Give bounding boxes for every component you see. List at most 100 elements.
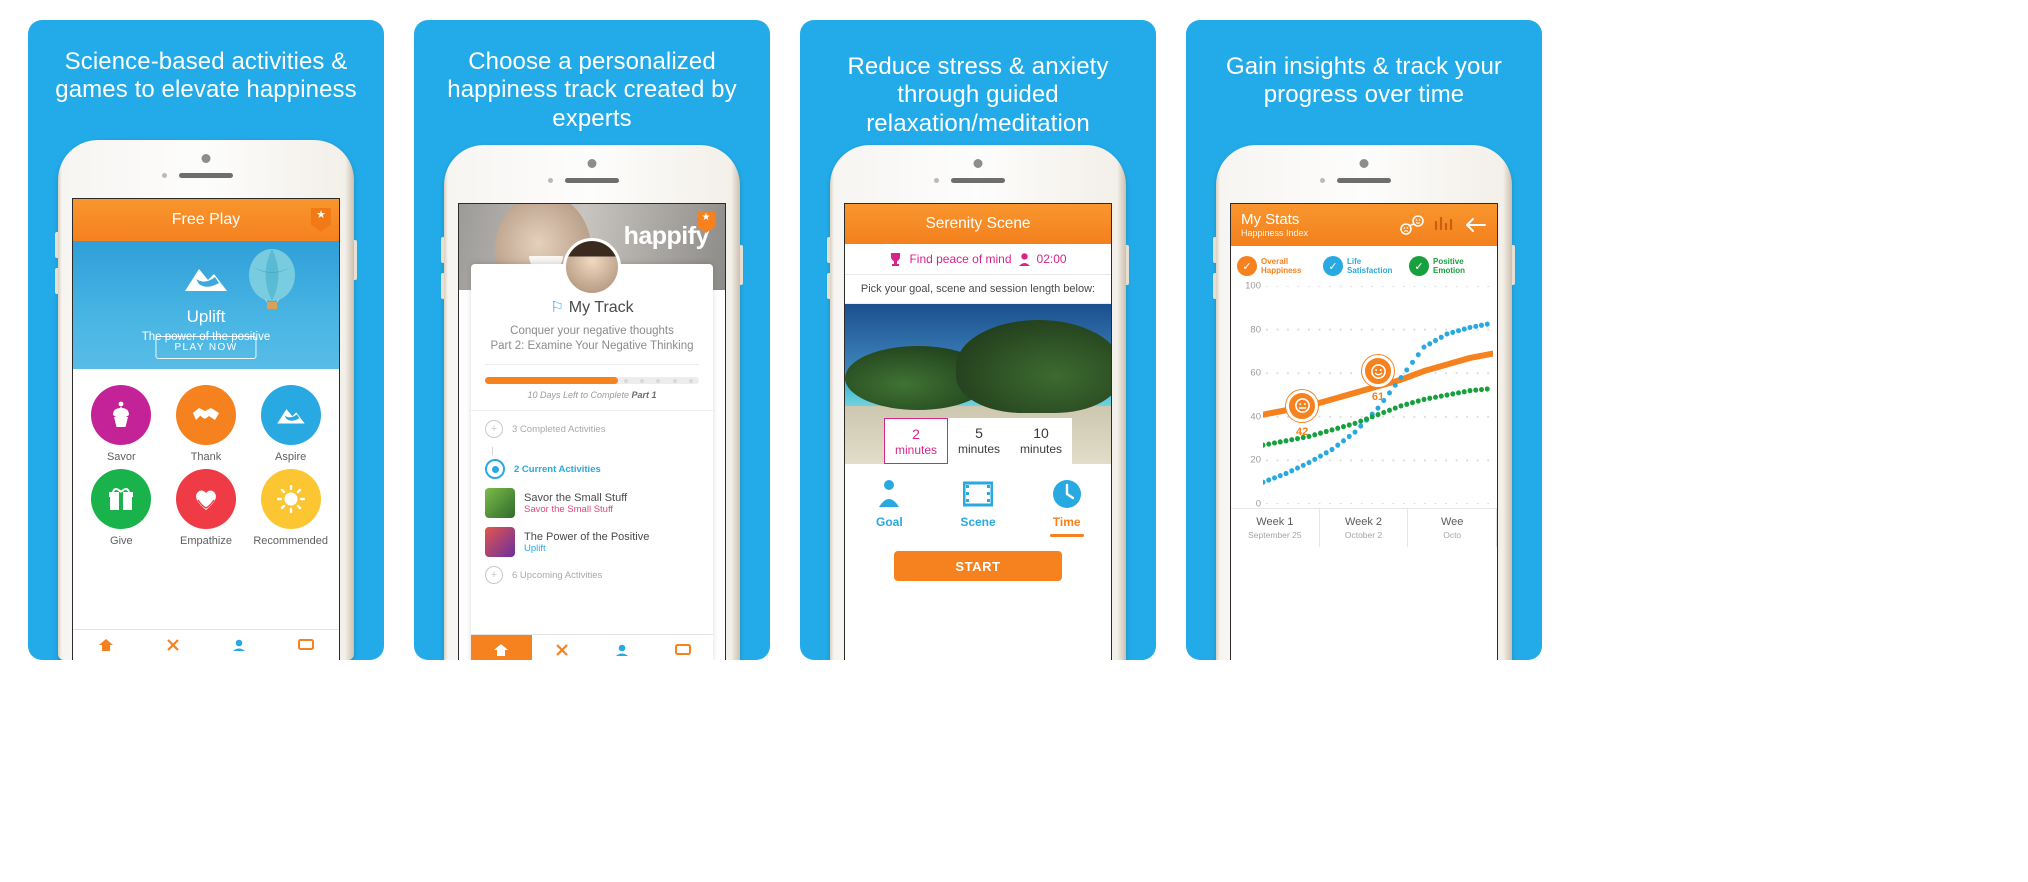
duration-number: 5 [975, 425, 983, 441]
activity-list: + 3 Completed Activities 2 Current Activ… [471, 410, 713, 584]
volume-up-button[interactable] [827, 237, 830, 263]
power-button[interactable] [1126, 245, 1129, 285]
volume-up-button[interactable] [1213, 237, 1216, 263]
series-dot [1266, 477, 1272, 483]
week-date: Octo [1443, 530, 1462, 540]
series-dot [1341, 424, 1346, 430]
tile-label: Savor [106, 451, 136, 463]
chart-marker[interactable] [1286, 389, 1319, 422]
legend-item-positive-emotion[interactable]: ✓ Positive Emotion [1409, 256, 1491, 276]
play-now-button[interactable]: PLAY NOW [155, 336, 257, 359]
duration-option-2[interactable]: 2 minutes [884, 418, 948, 464]
goal-row[interactable]: Find peace of mind 02:00 [845, 244, 1111, 275]
week-column[interactable]: Wee Octo [1408, 509, 1497, 547]
series-dot [1392, 382, 1398, 388]
series-dot [1341, 438, 1346, 444]
volume-down-button[interactable] [1213, 273, 1216, 299]
series-dot [1461, 389, 1467, 395]
avatar[interactable] [563, 238, 621, 296]
volume-up-button[interactable] [55, 232, 58, 258]
tile-recommended[interactable]: Recommended [248, 469, 333, 547]
scene-preview-image[interactable]: 2 minutes 5 minutes 10 minutes [845, 304, 1111, 464]
duration-option-5[interactable]: 5 minutes [948, 418, 1010, 464]
week-column[interactable]: Week 1 September 25 [1231, 509, 1320, 547]
series-dot [1329, 427, 1335, 433]
flag-icon: ⚐ [550, 299, 564, 316]
series-dot [1444, 331, 1450, 337]
shield-badge-icon[interactable]: ★ [311, 208, 331, 232]
panel-serenity-scene: Reduce stress & anxiety through guided r… [800, 20, 1156, 660]
week-column[interactable]: Week 2 October 2 [1320, 509, 1409, 547]
tab-activities[interactable] [532, 635, 593, 660]
series-dot [1415, 398, 1421, 404]
volume-up-button[interactable] [441, 237, 444, 263]
hero-uplift[interactable]: Uplift The power of the positive PLAY NO… [73, 241, 339, 369]
tile-thank[interactable]: Thank [164, 385, 249, 463]
series-dot [1467, 388, 1473, 394]
legend-item-overall-happiness[interactable]: ✓ Overall Happiness [1237, 256, 1319, 276]
plus-icon: + [485, 566, 503, 584]
tab-home[interactable] [471, 635, 532, 660]
tab-scene[interactable]: Scene [934, 476, 1023, 537]
series-dot [1369, 414, 1375, 420]
earpiece-speaker [1337, 178, 1391, 183]
tile-empathize[interactable]: Empathize [164, 469, 249, 547]
duration-option-10[interactable]: 10 minutes [1010, 418, 1072, 464]
mode-tabs: Goal Scene Time [845, 464, 1111, 537]
series-dot [1456, 328, 1461, 334]
tab-community[interactable] [653, 635, 714, 660]
arrow-left-icon[interactable] [1463, 216, 1487, 234]
list-item[interactable]: + 3 Completed Activities [485, 420, 699, 438]
series-dot [1392, 405, 1398, 411]
series-dot [1283, 470, 1289, 477]
phone-frame-4: My Stats Happiness Index ✓ Overall Happi… [1213, 145, 1515, 660]
tab-label: Goal [876, 515, 903, 529]
smile-face-icon [1370, 363, 1386, 379]
duration-unit: minutes [1019, 442, 1063, 456]
power-button[interactable] [1512, 245, 1515, 285]
tab-community[interactable] [273, 630, 340, 660]
activity-subtitle: Savor the Small Stuff [524, 503, 614, 515]
week-label: Week 2 [1344, 516, 1383, 528]
list-item[interactable]: Savor the Small Stuff Savor the Small St… [485, 488, 699, 518]
series-dot [1352, 420, 1358, 426]
series-dot [1461, 326, 1467, 332]
series-dot [1427, 341, 1433, 347]
volume-down-button[interactable] [441, 273, 444, 299]
volume-down-button[interactable] [827, 273, 830, 299]
start-button[interactable]: START [894, 551, 1062, 581]
tab-activities[interactable] [140, 630, 207, 660]
y-tick: 60 [1250, 367, 1261, 379]
tab-profile[interactable] [206, 630, 273, 660]
series-dot [1433, 337, 1438, 344]
activity-thumbnail [485, 527, 515, 557]
faces-compare-icon[interactable] [1399, 215, 1425, 235]
proximity-sensor-icon [162, 173, 167, 178]
series-dot [1479, 322, 1484, 328]
power-button[interactable] [354, 240, 357, 280]
tab-goal[interactable]: Goal [845, 476, 934, 537]
tile-aspire[interactable]: Aspire [248, 385, 333, 463]
power-button[interactable] [740, 245, 743, 285]
earpiece-speaker [951, 178, 1005, 183]
list-item[interactable]: 2 Current Activities [485, 459, 699, 479]
activity-subtitle: Uplift [524, 542, 546, 554]
tab-profile[interactable] [592, 635, 653, 660]
chart-marker[interactable] [1362, 355, 1394, 388]
tile-label: Recommended [253, 535, 328, 547]
legend-item-life-satisfaction[interactable]: ✓ Life Satisfaction [1323, 256, 1405, 276]
list-item[interactable]: The Power of the Positive Uplift [485, 527, 699, 557]
tab-time[interactable]: Time [1022, 476, 1111, 537]
tab-label: Time [1052, 515, 1081, 529]
person-target-icon [845, 476, 934, 512]
list-item[interactable]: + 6 Upcoming Activities [485, 566, 699, 584]
volume-down-button[interactable] [55, 268, 58, 294]
bar-chart-icon[interactable] [1434, 216, 1454, 234]
tile-savor[interactable]: Savor [79, 385, 164, 463]
tile-give[interactable]: Give [79, 469, 164, 547]
neutral-face-icon [1294, 398, 1310, 414]
person-icon [1018, 252, 1030, 266]
chart-legend: ✓ Overall Happiness ✓ Life Satisfaction ✓ [1231, 246, 1497, 276]
series-dot [1387, 407, 1392, 413]
tab-home[interactable] [73, 630, 140, 660]
